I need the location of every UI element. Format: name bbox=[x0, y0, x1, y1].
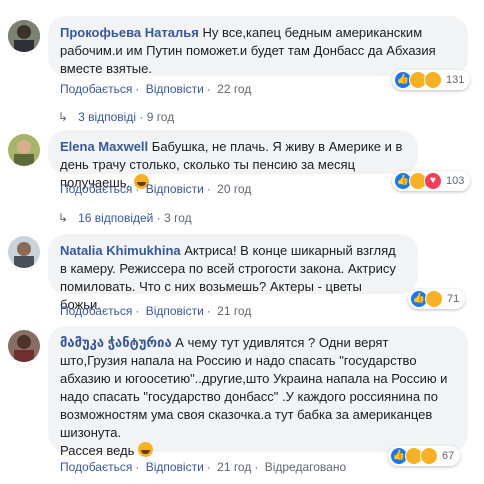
separator: · bbox=[206, 460, 211, 474]
comment-author[interactable]: Прокофьева Наталья bbox=[60, 25, 199, 40]
like-button[interactable]: Подобається bbox=[60, 304, 132, 318]
reply-button[interactable]: Відповісти bbox=[146, 182, 204, 196]
reply-arrow-icon: ↳ bbox=[58, 211, 69, 225]
comment-time[interactable]: 20 год bbox=[217, 182, 251, 196]
separator: · bbox=[135, 460, 140, 474]
comment-actions: Подобається · Відповісти · 20 год bbox=[60, 182, 251, 196]
reaction-count: 71 bbox=[447, 293, 460, 305]
comment-author[interactable]: Natalia Khimukhina bbox=[60, 243, 181, 258]
avatar[interactable] bbox=[8, 20, 40, 52]
separator: · bbox=[135, 82, 140, 96]
reactions-summary[interactable]: 👍 67 bbox=[388, 446, 461, 466]
comment-text-line: Рассея ведь bbox=[60, 443, 135, 458]
comment-time[interactable]: 22 год bbox=[217, 82, 251, 96]
reactions-summary[interactable]: 👍 71 bbox=[408, 289, 466, 309]
reaction-count: 67 bbox=[442, 450, 455, 462]
separator: · bbox=[254, 460, 259, 474]
like-button[interactable]: Подобається bbox=[60, 460, 132, 474]
reaction-count: 131 bbox=[446, 74, 465, 86]
separator: · bbox=[135, 182, 140, 196]
reply-button[interactable]: Відповісти bbox=[146, 460, 204, 474]
reply-button[interactable]: Відповісти bbox=[146, 82, 204, 96]
separator: · bbox=[156, 211, 161, 225]
comment-author[interactable]: მამუკა ჭანტურია bbox=[60, 335, 172, 350]
haha-icon bbox=[425, 290, 443, 308]
comment-author[interactable]: Elena Maxwell bbox=[60, 139, 148, 154]
reply-arrow-icon: ↳ bbox=[58, 110, 69, 124]
separator: · bbox=[139, 110, 144, 124]
view-replies-link[interactable]: ↳ 16 відповідей · 3 год bbox=[58, 211, 192, 225]
avatar[interactable] bbox=[8, 330, 40, 362]
avatar-image bbox=[8, 20, 40, 52]
comment-time[interactable]: 21 год bbox=[217, 460, 251, 474]
comment-bubble: Elena Maxwell Бабушка, не плачь. Я живу … bbox=[48, 130, 418, 190]
separator: · bbox=[206, 304, 211, 318]
love-icon: ♥ bbox=[424, 172, 442, 190]
avatar-image bbox=[8, 330, 40, 362]
comment-bubble: Прокофьева Наталья Ну все,капец бедным а… bbox=[48, 16, 468, 76]
view-replies-link[interactable]: ↳ 3 відповіді · 9 год bbox=[58, 110, 174, 124]
edited-label[interactable]: Відредаговано bbox=[265, 460, 346, 474]
comment-actions: Подобається · Відповісти · 21 год · Відреда… bbox=[60, 460, 346, 474]
replies-count[interactable]: 16 відповідей bbox=[78, 211, 153, 225]
reactions-summary[interactable]: 👍 131 bbox=[392, 70, 471, 90]
comment-bubble: მამუკა ჭანტურია А чему тут удивлятся ? О… bbox=[48, 326, 468, 458]
comment-actions: Подобається · Відповісти · 22 год bbox=[60, 82, 251, 96]
comment-text: А чему тут удивлятся ? Одни верят што,Гр… bbox=[60, 335, 448, 440]
comment-time[interactable]: 21 год bbox=[217, 304, 251, 318]
sad-icon bbox=[420, 447, 438, 465]
avatar[interactable] bbox=[8, 236, 40, 268]
avatar[interactable] bbox=[8, 134, 40, 166]
separator: · bbox=[206, 82, 211, 96]
comment-actions: Подобається · Відповісти · 21 год bbox=[60, 304, 251, 318]
comment-bubble: Natalia Khimukhina Актриса! В конце шика… bbox=[48, 234, 418, 312]
avatar-image bbox=[8, 236, 40, 268]
reactions-summary[interactable]: 👍 ♥ 103 bbox=[392, 171, 471, 191]
reaction-count: 103 bbox=[446, 175, 465, 187]
reply-button[interactable]: Відповісти bbox=[146, 304, 204, 318]
replies-count[interactable]: 3 відповіді bbox=[78, 110, 136, 124]
replies-time: 9 год bbox=[146, 110, 175, 124]
avatar-image bbox=[8, 134, 40, 166]
grin-emoji-icon bbox=[138, 442, 154, 457]
like-button[interactable]: Подобається bbox=[60, 82, 132, 96]
separator: · bbox=[135, 304, 140, 318]
sad-icon bbox=[424, 71, 442, 89]
like-button[interactable]: Подобається bbox=[60, 182, 132, 196]
replies-time: 3 год bbox=[164, 211, 192, 225]
separator: · bbox=[206, 182, 211, 196]
